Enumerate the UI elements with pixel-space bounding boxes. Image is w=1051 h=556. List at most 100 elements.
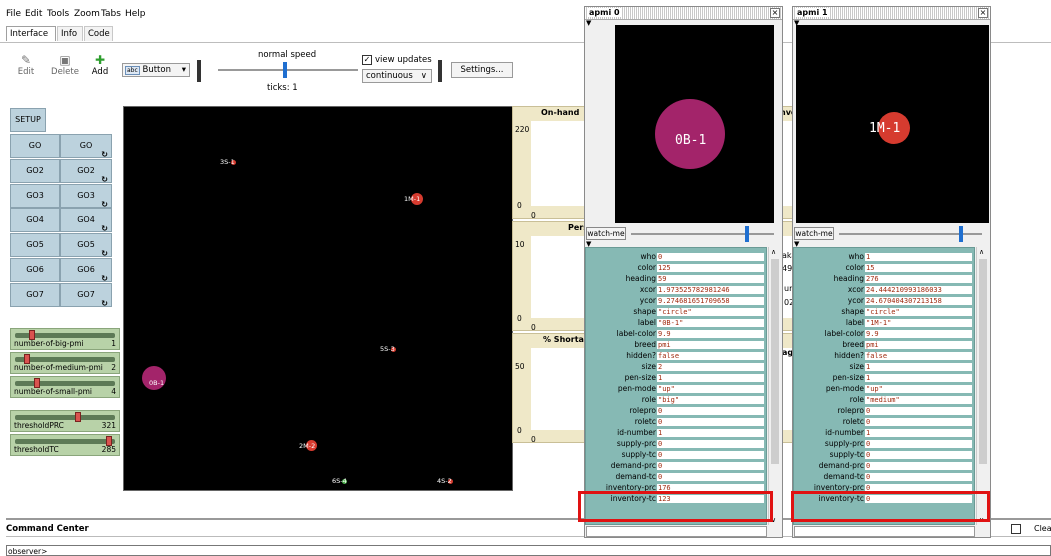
close-icon[interactable]: × — [770, 8, 780, 18]
property-value-field[interactable]: false — [865, 352, 972, 360]
property-value-field[interactable]: 0 — [657, 451, 764, 459]
slider-thresholdprc[interactable]: thresholdPRC 321 — [10, 410, 120, 432]
property-value-field[interactable]: pmi — [865, 341, 972, 349]
monitor-view[interactable]: 1M-1 — [796, 25, 989, 223]
go5-forever-button[interactable]: GO5 ↻ — [60, 233, 112, 258]
property-value-field[interactable]: "up" — [657, 385, 764, 393]
menu-file[interactable]: File — [6, 9, 21, 19]
property-value-field[interactable]: 0 — [865, 418, 972, 426]
property-value-field[interactable]: false — [657, 352, 764, 360]
go2-forever-button[interactable]: GO2 ↻ — [60, 159, 112, 184]
tab-interface[interactable]: Interface — [6, 26, 56, 41]
property-value-field[interactable]: 1 — [657, 374, 764, 382]
scroll-up-icon[interactable]: ∧ — [979, 248, 984, 256]
setup-button[interactable]: SETUP — [10, 108, 46, 132]
monitor-titlebar[interactable]: apmi 1 × — [793, 7, 990, 20]
property-value-field[interactable]: 1 — [865, 429, 972, 437]
scrollbar[interactable]: ∧ ∨ — [976, 247, 989, 525]
property-value-field[interactable]: 1 — [865, 374, 972, 382]
property-value-field[interactable]: 0 — [657, 462, 764, 470]
watch-me-button[interactable]: watch-me — [586, 227, 626, 240]
property-value-field[interactable]: 59 — [657, 275, 764, 283]
tab-code[interactable]: Code — [84, 26, 113, 41]
menu-tools[interactable]: Tools — [47, 9, 69, 19]
property-value-field[interactable]: 0 — [865, 473, 972, 481]
property-value-field[interactable]: 24.670404307213158 — [865, 297, 972, 305]
property-value-field[interactable]: pmi — [657, 341, 764, 349]
property-value-field[interactable]: 1.973525782981246 — [657, 286, 764, 294]
property-value-field[interactable]: 0 — [657, 440, 764, 448]
property-value-field[interactable]: "circle" — [865, 308, 972, 316]
property-value-field[interactable]: 1 — [865, 253, 972, 261]
speed-slider-thumb[interactable] — [283, 62, 287, 78]
add-button[interactable]: ✚ Add — [88, 53, 112, 77]
property-value-field[interactable]: 0 — [865, 462, 972, 470]
close-icon[interactable]: × — [978, 8, 988, 18]
property-value-field[interactable]: 2 — [657, 363, 764, 371]
property-value-field[interactable]: 9.9 — [657, 330, 764, 338]
menu-help[interactable]: Help — [125, 9, 146, 19]
clear-button[interactable]: Clear — [1034, 524, 1051, 533]
menu-edit[interactable]: Edit — [25, 9, 42, 19]
go-forever-button[interactable]: GO ↻ — [60, 134, 112, 159]
property-value-field[interactable]: "1M-1" — [865, 319, 972, 327]
settings-button[interactable]: Settings... — [451, 62, 513, 78]
property-value-field[interactable]: 0 — [865, 407, 972, 415]
go-button[interactable]: GO — [10, 134, 60, 158]
property-value-field[interactable]: 0 — [657, 473, 764, 481]
go4-forever-button[interactable]: GO4 ↻ — [60, 208, 112, 233]
go7-button[interactable]: GO7 — [10, 283, 60, 307]
property-value-field[interactable]: "big" — [657, 396, 764, 404]
property-value-field[interactable]: 24.444210993186033 — [865, 286, 972, 294]
slider-knob[interactable] — [75, 412, 82, 422]
property-value-field[interactable]: "medium" — [865, 396, 972, 404]
go3-forever-button[interactable]: GO3 ↻ — [60, 184, 112, 209]
property-value-field[interactable]: 276 — [865, 275, 972, 283]
property-value-field[interactable]: 15 — [865, 264, 972, 272]
widget-type-select[interactable]: abc Button ▾ — [122, 63, 190, 77]
agent-command-input[interactable] — [586, 526, 767, 537]
property-value-field[interactable]: "0B-1" — [657, 319, 764, 327]
update-mode-select[interactable]: continuous ∨ — [362, 69, 432, 83]
go7-forever-button[interactable]: GO7 ↻ — [60, 283, 112, 308]
property-value-field[interactable]: 9.9 — [865, 330, 972, 338]
tab-info[interactable]: Info — [57, 26, 83, 41]
zoom-slider-thumb[interactable] — [745, 226, 749, 242]
property-value-field[interactable]: 1 — [657, 429, 764, 437]
property-value-field[interactable]: 0 — [657, 407, 764, 415]
menu-zoom[interactable]: Zoom — [74, 9, 100, 19]
scrollbar-thumb[interactable] — [771, 259, 779, 464]
property-value-field[interactable]: 1 — [865, 363, 972, 371]
monitor-window-apmi-0[interactable]: apmi 0 × ▼ 0B-1 watch-me ▼ who 0 color 125 h… — [578, 6, 783, 538]
collapse-icon[interactable]: ▼ — [586, 19, 591, 27]
speed-slider[interactable] — [218, 69, 358, 71]
command-input[interactable]: observer> — [6, 545, 1051, 556]
scrollbar-thumb[interactable] — [979, 259, 987, 464]
property-value-field[interactable]: 0 — [865, 440, 972, 448]
world-view[interactable]: 3S-1 1M-1 5S-3 0B-1 2M-2 6S-4 4S-2 — [123, 106, 513, 491]
property-value-field[interactable]: "up" — [865, 385, 972, 393]
expand-icon[interactable] — [1011, 524, 1021, 534]
property-value-field[interactable]: 0 — [657, 253, 764, 261]
watch-me-button[interactable]: watch-me — [794, 227, 834, 240]
scrollbar[interactable]: ∧ ∨ — [768, 247, 781, 525]
zoom-slider[interactable] — [631, 233, 774, 235]
slider-thresholdtc[interactable]: thresholdTC 285 — [10, 434, 120, 456]
go3-button[interactable]: GO3 — [10, 184, 60, 208]
menu-tabs[interactable]: Tabs — [101, 9, 121, 19]
edit-button[interactable]: ✎ Edit — [14, 53, 38, 77]
property-value-field[interactable]: 9.274681651709658 — [657, 297, 764, 305]
monitor-window-apmi-1[interactable]: apmi 1 × ▼ 1M-1 watch-me ▼ who 1 color 15 he… — [791, 6, 991, 538]
scroll-up-icon[interactable]: ∧ — [771, 248, 776, 256]
go6-button[interactable]: GO6 — [10, 258, 60, 282]
slider-number-of-small-pmi[interactable]: number-of-small-pmi 4 — [10, 376, 120, 398]
property-value-field[interactable]: "circle" — [657, 308, 764, 316]
delete-button[interactable]: ▣ Delete — [50, 53, 80, 77]
go4-button[interactable]: GO4 — [10, 208, 60, 232]
property-value-field[interactable]: 0 — [865, 451, 972, 459]
monitor-view[interactable]: 0B-1 — [615, 25, 774, 223]
agent-command-input[interactable] — [794, 526, 975, 537]
slider-number-of-big-pmi[interactable]: number-of-big-pmi 1 — [10, 328, 120, 350]
go5-button[interactable]: GO5 — [10, 233, 60, 257]
monitor-titlebar[interactable]: apmi 0 × — [585, 7, 782, 20]
